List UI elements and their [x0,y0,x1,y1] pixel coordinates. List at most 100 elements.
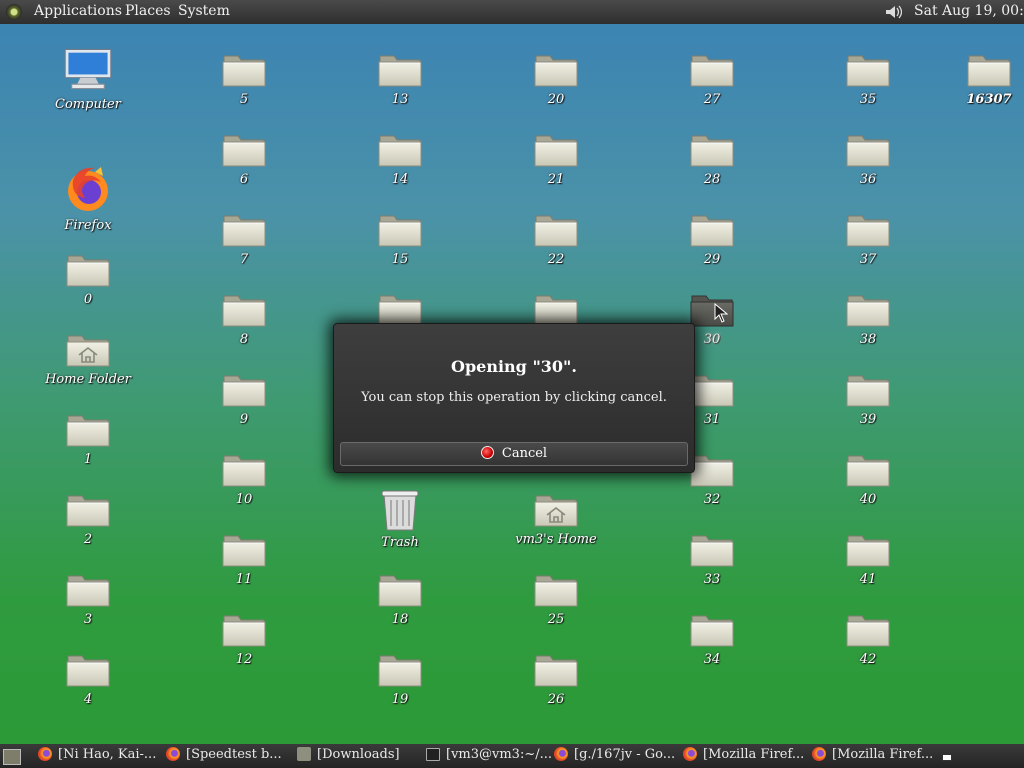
folder-label: 4 [83,692,93,707]
folder-icon [966,50,1012,90]
folder-29[interactable]: 29 [662,210,762,267]
folder-42[interactable]: 42 [818,610,918,667]
folder-5[interactable]: 5 [194,50,294,107]
folder-39[interactable]: 39 [818,370,918,427]
folder-18[interactable]: 18 [350,570,450,627]
folder-icon [221,530,267,570]
folder-13[interactable]: 13 [350,50,450,107]
folder-label: 22 [547,252,565,267]
folder-label: 41 [859,572,877,587]
folder-icon [533,130,579,170]
volume-icon[interactable] [884,3,902,21]
folder-12[interactable]: 12 [194,610,294,667]
task-item[interactable]: [g./167jv - Go... [554,744,675,768]
folder-label: 29 [703,252,721,267]
task-item[interactable]: [Speedtest b... [166,744,282,768]
folder-icon [845,610,891,650]
folder-9[interactable]: 9 [194,370,294,427]
task-item[interactable]: [Mozilla Firef... [812,744,933,768]
folder-37[interactable]: 37 [818,210,918,267]
task-item[interactable]: [vm3@vm3:~/... [426,744,552,768]
folder-label: 25 [547,612,565,627]
folder-20[interactable]: 20 [506,50,606,107]
menu-system[interactable]: System [178,3,230,19]
computer-desktop-icon[interactable]: Computer [38,46,138,112]
folder-41[interactable]: 41 [818,530,918,587]
folder-21[interactable]: 21 [506,130,606,187]
folder-26[interactable]: 26 [506,650,606,707]
folder-15[interactable]: 15 [350,210,450,267]
folder-label: 42 [859,652,877,667]
cancel-button[interactable]: Cancel [340,442,688,466]
folder-40[interactable]: 40 [818,450,918,507]
home-folder-icon-item[interactable]: Home Folder [38,330,138,387]
task-label: [Speedtest b... [186,747,282,762]
folder-label: 39 [859,412,877,427]
folder-icon [221,290,267,330]
mouse-pointer-icon [714,303,728,323]
folder-label: 33 [703,572,721,587]
distro-logo-icon[interactable] [6,4,22,20]
vm3-home-desktop-icon[interactable]: vm3's Home [506,490,606,547]
folder-36[interactable]: 36 [818,130,918,187]
folder-28[interactable]: 28 [662,130,762,187]
folder-25[interactable]: 25 [506,570,606,627]
folder-icon [297,747,311,761]
folder-label: 35 [859,92,877,107]
folder-label: 16307 [966,92,1012,107]
menu-applications[interactable]: Applications [34,3,122,19]
task-item[interactable]: [Ni Hao, Kai-... [38,744,156,768]
folder-22[interactable]: 22 [506,210,606,267]
folder-label: 10 [235,492,253,507]
folder-right-edge[interactable]: 16307 [939,50,1024,107]
folder-14[interactable]: 14 [350,130,450,187]
task-item[interactable]: [Downloads] [297,744,400,768]
folder-2[interactable]: 2 [38,490,138,547]
folder-34[interactable]: 34 [662,610,762,667]
clock[interactable]: Sat Aug 19, 00:36 [914,3,1024,19]
task-item[interactable]: [Mozilla Firef... [683,744,804,768]
folder-38[interactable]: 38 [818,290,918,347]
folder-10[interactable]: 10 [194,450,294,507]
folder-4[interactable]: 4 [38,650,138,707]
folder-icon [689,450,735,490]
folder-label: 7 [239,252,249,267]
folder-3[interactable]: 3 [38,570,138,627]
folder-label: 28 [703,172,721,187]
folder-0[interactable]: 0 [38,250,138,307]
folder-11[interactable]: 11 [194,530,294,587]
folder-icon [845,370,891,410]
folder-label: 8 [239,332,249,347]
folder-7[interactable]: 7 [194,210,294,267]
top-panel: Applications Places System Sat Aug 19, 0… [0,0,1024,24]
firefox-desktop-icon[interactable]: Firefox [38,166,138,233]
folder-label: 0 [83,292,93,307]
folder-icon [689,290,735,330]
task-label: [Mozilla Firef... [703,747,805,762]
trash-label: Trash [381,535,419,550]
folder-8[interactable]: 8 [194,290,294,347]
folder-1[interactable]: 1 [38,410,138,467]
folder-19[interactable]: 19 [350,650,450,707]
folder-icon [845,130,891,170]
trash-icon [381,490,419,531]
folder-icon [65,490,111,530]
folder-6[interactable]: 6 [194,130,294,187]
folder-27[interactable]: 27 [662,50,762,107]
folder-icon [377,570,423,610]
folder-icon [221,610,267,650]
tray-window-icon[interactable] [942,754,952,761]
folder-label: 15 [391,252,409,267]
firefox-icon [683,747,697,761]
show-desktop-icon[interactable] [3,749,21,765]
folder-icon [689,130,735,170]
folder-icon [845,290,891,330]
folder-label: 19 [391,692,409,707]
folder-33[interactable]: 33 [662,530,762,587]
trash-desktop-icon[interactable]: Trash [350,488,450,550]
cancel-button-label: Cancel [501,446,548,461]
menu-places[interactable]: Places [125,3,171,19]
folder-icon [65,570,111,610]
folder-35[interactable]: 35 [818,50,918,107]
cancel-icon [480,446,494,459]
